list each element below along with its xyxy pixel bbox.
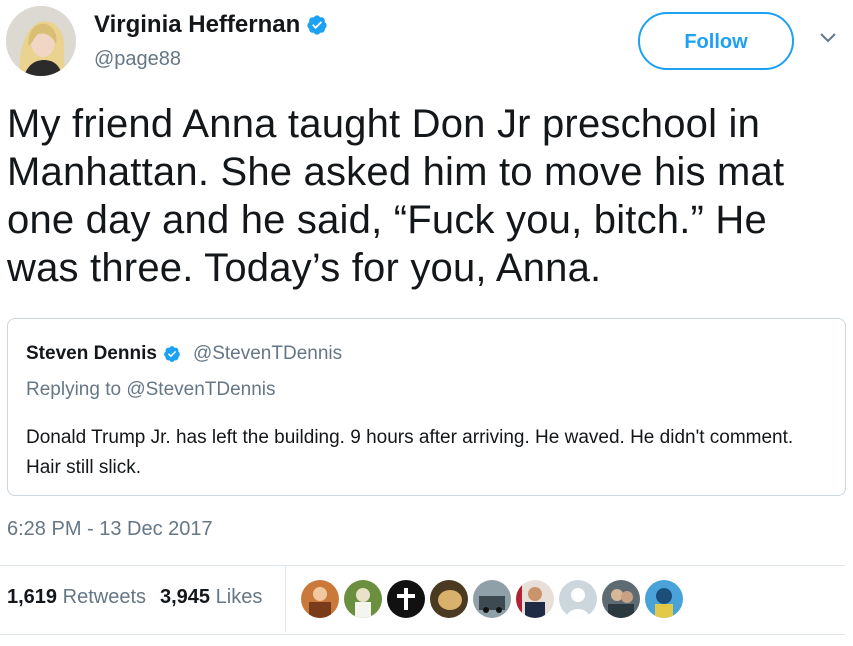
verified-badge-icon — [306, 14, 328, 36]
liker-avatar[interactable] — [645, 580, 683, 618]
liker-avatar[interactable] — [430, 580, 468, 618]
tweet-card: Virginia Heffernan @page88 Follow My fri… — [0, 0, 853, 646]
author-avatar[interactable] — [6, 6, 76, 76]
stats-separator — [285, 566, 286, 632]
liker-avatar[interactable] — [559, 580, 597, 618]
quoted-tweet-text: Donald Trump Jr. has left the building. … — [26, 427, 794, 478]
liker-avatar[interactable] — [516, 580, 554, 618]
likes-label: Likes — [215, 586, 263, 608]
tweet-text: My friend Anna taught Don Jr preschool i… — [7, 102, 785, 290]
tweet-stats: 1,619 Retweets 3,945 Likes — [7, 586, 262, 609]
quoted-author-handle: @StevenTDennis — [192, 343, 343, 364]
verified-badge-icon — [163, 345, 181, 363]
liker-avatar[interactable] — [301, 580, 339, 618]
retweets-stat[interactable]: 1,619 Retweets — [7, 586, 146, 609]
author-name-row: Virginia Heffernan — [94, 10, 328, 40]
retweets-label: Retweets — [62, 586, 146, 608]
chevron-down-icon[interactable] — [818, 30, 838, 46]
likes-count: 3,945 — [160, 586, 211, 608]
liker-avatar[interactable] — [602, 580, 640, 618]
quoted-author-row: Steven Dennis @StevenTDennis — [26, 343, 342, 365]
follow-button[interactable]: Follow — [638, 12, 794, 70]
tweet-timestamp[interactable]: 6:28 PM - 13 Dec 2017 — [7, 518, 213, 541]
liker-avatars — [301, 580, 683, 618]
divider — [0, 565, 845, 566]
retweets-count: 1,619 — [7, 586, 58, 608]
author-handle[interactable]: @page88 — [94, 46, 181, 72]
avatar-image — [6, 6, 76, 76]
quoted-tweet[interactable]: Steven Dennis @StevenTDennis Replying to… — [7, 318, 846, 496]
quoted-author-name: Steven Dennis — [26, 343, 157, 364]
replying-to: Replying to @StevenTDennis — [26, 379, 276, 400]
liker-avatar[interactable] — [473, 580, 511, 618]
likes-stat[interactable]: 3,945 Likes — [160, 586, 262, 609]
author-name[interactable]: Virginia Heffernan — [94, 10, 300, 40]
liker-avatar[interactable] — [387, 580, 425, 618]
divider — [0, 634, 845, 635]
liker-avatar[interactable] — [344, 580, 382, 618]
